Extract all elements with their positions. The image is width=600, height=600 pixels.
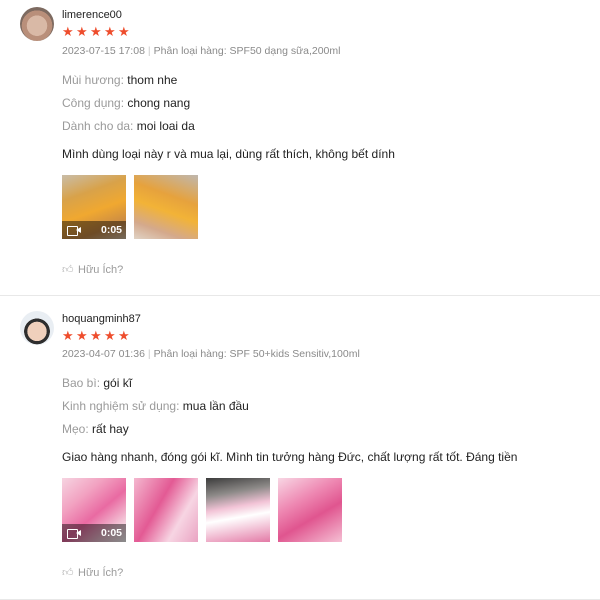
avatar[interactable]	[20, 7, 54, 41]
attribute-value: mua lần đầu	[182, 399, 249, 413]
avatar[interactable]	[20, 311, 54, 345]
review-date: 2023-04-07 01:36	[62, 348, 145, 360]
helpful-label: Hữu Ích?	[78, 567, 124, 579]
attribute-value: thom nhe	[127, 73, 178, 87]
review-attribute: Bao bì: gói kĩ	[62, 376, 132, 390]
variant-label: Phân loại hàng: SPF50 dạng sữa,200ml	[153, 45, 341, 57]
video-duration: 0:05	[100, 224, 122, 236]
review-meta: 2023-07-15 17:08 | Phân loại hàng: SPF50 d…	[62, 45, 340, 57]
review-attribute: Dành cho da: moi loai da	[62, 119, 195, 133]
star-icon: ★	[76, 24, 88, 39]
video-bar: 0:05	[62, 221, 126, 239]
helpful-label: Hữu Ích?	[78, 264, 124, 276]
review-username: hoquangminh87	[62, 313, 141, 325]
attribute-key: Mùi hương:	[62, 73, 124, 87]
review-username: limerence00	[62, 9, 122, 21]
review-media: 0:05	[62, 478, 342, 542]
review-attribute: Mẹo: rất hay	[62, 422, 129, 436]
star-icon: ★	[90, 24, 102, 39]
video-thumbnail[interactable]: 0:05	[62, 478, 126, 542]
helpful-button[interactable]: 👍︎ Hữu Ích?	[62, 264, 123, 276]
star-icon: ★	[104, 328, 116, 343]
attribute-value: rất hay	[92, 422, 129, 436]
review-media: 0:05	[62, 175, 198, 239]
attribute-value: chong nang	[127, 96, 191, 110]
star-icon: ★	[62, 24, 74, 39]
star-icon: ★	[62, 328, 74, 343]
video-thumbnail[interactable]: 0:05	[62, 175, 126, 239]
attribute-key: Bao bì:	[62, 376, 101, 390]
review-attribute: Công dụng: chong nang	[62, 96, 190, 110]
review-item: limerence00 ★ ★ ★ ★ ★ 2023-07-15 17:08 | P…	[0, 0, 600, 296]
star-icon: ★	[76, 328, 88, 343]
star-icon: ★	[118, 328, 130, 343]
review-item: hoquangminh87 ★ ★ ★ ★ ★ 2023-04-07 01:36…	[0, 297, 600, 600]
image-thumbnail[interactable]	[278, 478, 342, 542]
thumbs-up-icon: 👍︎	[62, 264, 74, 276]
video-bar: 0:05	[62, 524, 126, 542]
meta-separator: |	[147, 45, 151, 57]
variant-label: Phân loại hàng: SPF 50+kids Sensitiv,100…	[153, 348, 360, 360]
review-attribute: Mùi hương: thom nhe	[62, 73, 177, 87]
meta-separator: |	[147, 348, 151, 360]
image-thumbnail[interactable]	[206, 478, 270, 542]
attribute-key: Kinh nghiệm sử dụng:	[62, 399, 180, 413]
star-icon: ★	[90, 328, 102, 343]
review-comment: Giao hàng nhanh, đóng gói kĩ. Mình tin t…	[62, 450, 518, 464]
review-attribute: Kinh nghiệm sử dụng: mua lần đầu	[62, 399, 249, 413]
image-thumbnail[interactable]	[134, 478, 198, 542]
star-icon: ★	[118, 24, 130, 39]
review-date: 2023-07-15 17:08	[62, 45, 145, 57]
rating-stars: ★ ★ ★ ★ ★	[62, 25, 131, 39]
star-icon: ★	[104, 24, 116, 39]
attribute-key: Công dụng:	[62, 96, 125, 110]
review-meta: 2023-04-07 01:36 | Phân loại hàng: SPF 50+…	[62, 348, 360, 360]
image-thumbnail[interactable]	[134, 175, 198, 239]
video-camera-icon	[67, 225, 81, 236]
video-duration: 0:05	[100, 527, 122, 539]
attribute-value: gói kĩ	[103, 376, 133, 390]
attribute-key: Dành cho da:	[62, 119, 134, 133]
rating-stars: ★ ★ ★ ★ ★	[62, 329, 131, 343]
attribute-key: Mẹo:	[62, 422, 89, 436]
review-comment: Mình dùng loại này r và mua lại, dùng rấ…	[62, 147, 395, 161]
video-camera-icon	[67, 528, 81, 539]
thumbs-up-icon: 👍︎	[62, 567, 74, 579]
helpful-button[interactable]: 👍︎ Hữu Ích?	[62, 567, 123, 579]
attribute-value: moi loai da	[136, 119, 195, 133]
